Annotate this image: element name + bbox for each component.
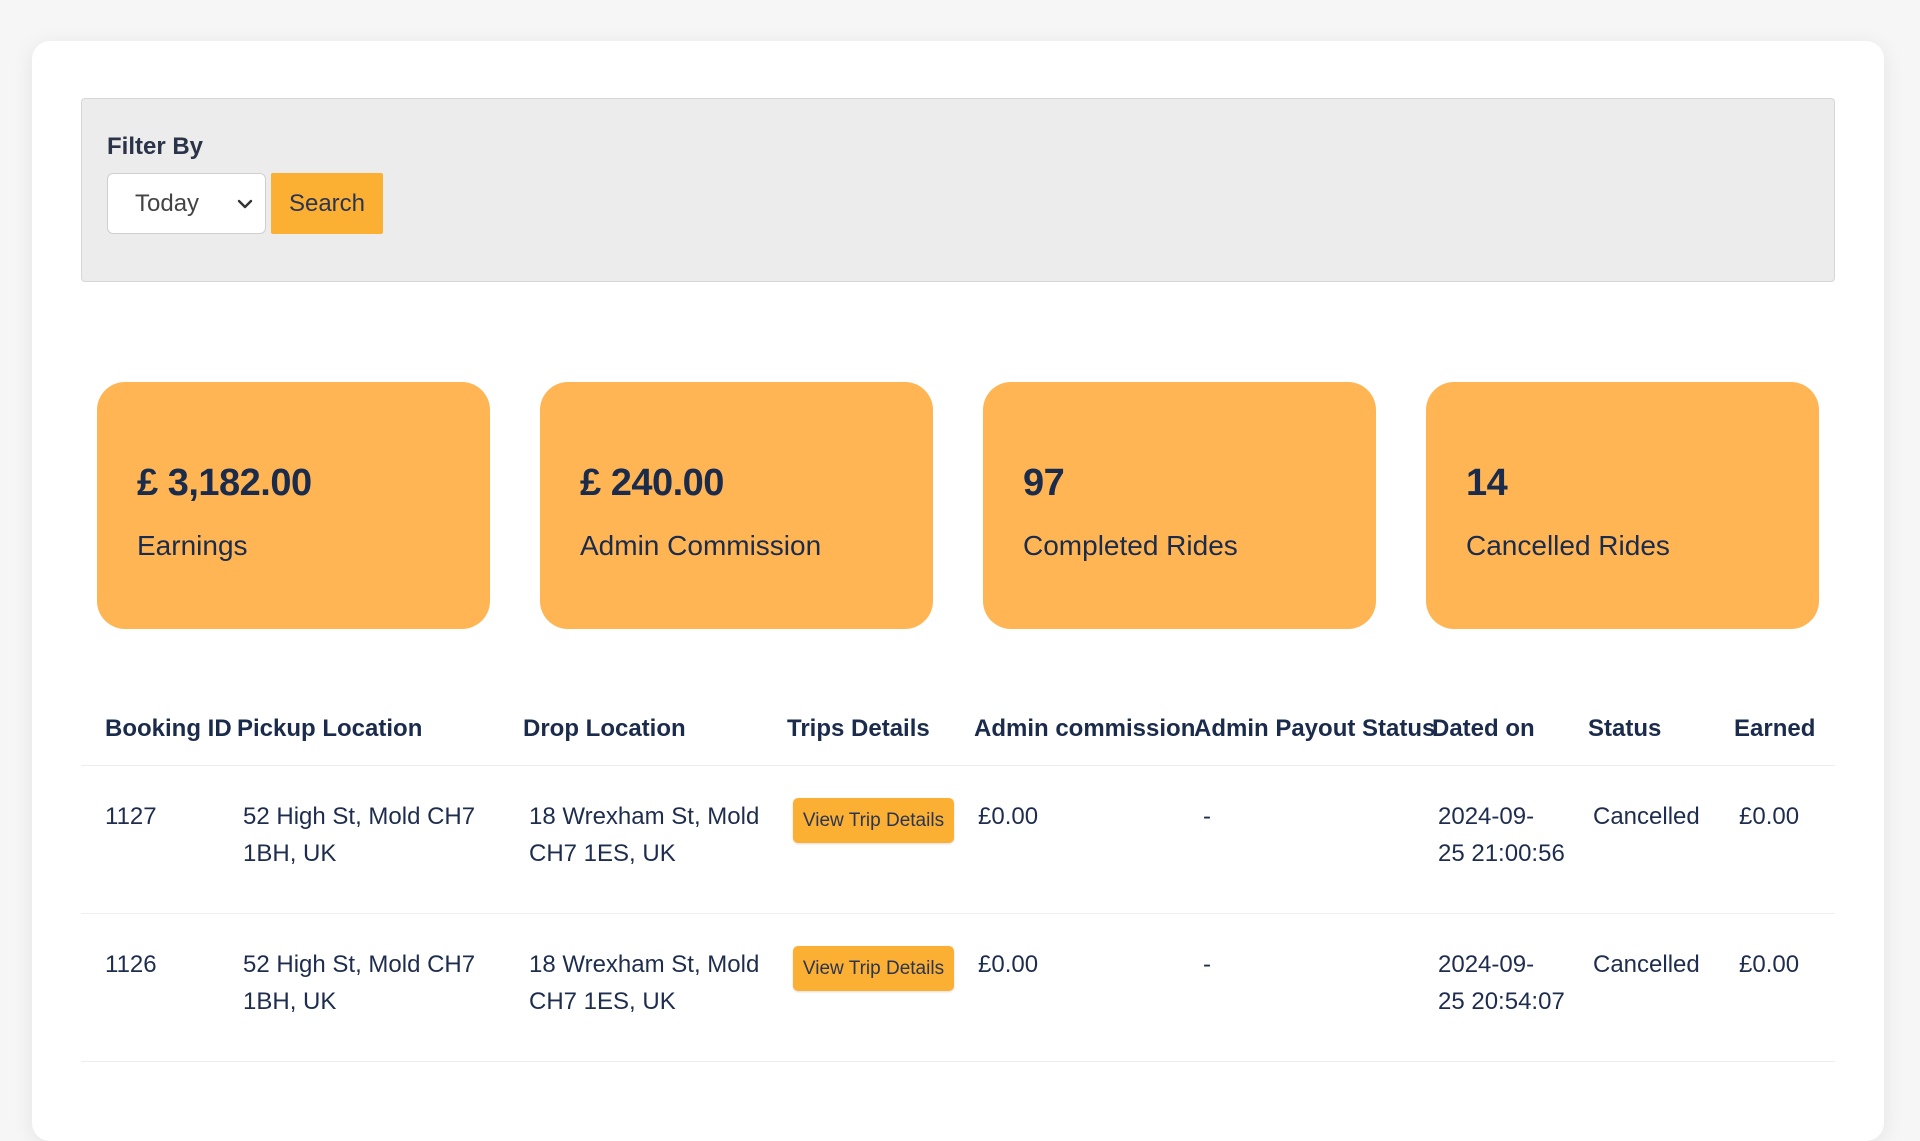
earned-cell: £0.00 — [1739, 803, 1800, 830]
filter-select-value: Today — [135, 189, 200, 217]
pickup-location-cell: 52 High St, Mold CH7 1BH, UK — [243, 946, 475, 1020]
table-row: 1127 52 High St, Mold CH7 1BH, UK 18 Wre… — [81, 766, 1835, 914]
filter-panel: Filter By Today Search — [81, 98, 1835, 282]
chevron-down-icon — [237, 199, 253, 209]
stat-label: Cancelled Rides — [1466, 530, 1670, 561]
stat-card-admin-commission: £ 240.00 Admin Commission — [540, 382, 933, 629]
pickup-location-cell: 52 High St, Mold CH7 1BH, UK — [243, 798, 475, 872]
table-row: 1126 52 High St, Mold CH7 1BH, UK 18 Wre… — [81, 914, 1835, 1062]
stat-card-cancelled-rides: 14 Cancelled Rides — [1426, 382, 1819, 629]
booking-id-cell: 1126 — [105, 951, 157, 978]
column-header-admin-payout-status: Admin Payout Status — [1194, 715, 1436, 742]
date-line-1: 2024-09- — [1438, 803, 1535, 830]
row-divider — [81, 1061, 1835, 1062]
column-header-pickup-location: Pickup Location — [237, 715, 423, 742]
stat-value: 97 — [1023, 462, 1065, 504]
drop-location-cell: 18 Wrexham St, Mold CH7 1ES, UK — [529, 798, 759, 872]
column-header-status: Status — [1588, 715, 1662, 742]
stat-value: 14 — [1466, 462, 1508, 504]
content-card: Filter By Today Search £ 3,182.00 Earnin… — [32, 41, 1884, 1141]
column-header-trips-details: Trips Details — [787, 715, 930, 742]
drop-location-cell: 18 Wrexham St, Mold CH7 1ES, UK — [529, 946, 759, 1020]
view-trip-details-button[interactable]: View Trip Details — [793, 798, 954, 843]
dated-on-cell: 2024-09- 25 21:00:56 — [1438, 798, 1565, 872]
stat-label: Admin Commission — [580, 530, 822, 561]
view-trip-details-button[interactable]: View Trip Details — [793, 946, 954, 991]
pickup-line-1: 52 High St, Mold CH7 — [243, 803, 476, 830]
filter-select[interactable]: Today — [107, 173, 266, 234]
admin-commission-cell: £0.00 — [978, 803, 1039, 830]
stat-value: £ 240.00 — [580, 462, 724, 504]
date-line-2: 25 21:00:56 — [1438, 840, 1565, 867]
pickup-line-1: 52 High St, Mold CH7 — [243, 951, 476, 978]
drop-line-1: 18 Wrexham St, Mold — [529, 951, 760, 978]
booking-id-cell: 1127 — [105, 803, 157, 830]
admin-commission-cell: £0.00 — [978, 951, 1039, 978]
stat-label: Completed Rides — [1023, 530, 1238, 561]
date-line-1: 2024-09- — [1438, 951, 1535, 978]
drop-line-1: 18 Wrexham St, Mold — [529, 803, 760, 830]
column-header-drop-location: Drop Location — [523, 715, 686, 742]
column-header-dated-on: Dated on — [1432, 715, 1535, 742]
stat-card-completed-rides: 97 Completed Rides — [983, 382, 1376, 629]
drop-line-2: CH7 1ES, UK — [529, 988, 676, 1015]
filter-label: Filter By — [107, 133, 204, 160]
stat-value: £ 3,182.00 — [137, 462, 312, 504]
date-line-2: 25 20:54:07 — [1438, 988, 1565, 1015]
column-header-earned: Earned — [1734, 715, 1816, 742]
stat-card-earnings: £ 3,182.00 Earnings — [97, 382, 490, 629]
search-button[interactable]: Search — [271, 173, 383, 234]
dated-on-cell: 2024-09- 25 20:54:07 — [1438, 946, 1565, 1020]
column-header-booking-id: Booking ID — [105, 715, 232, 742]
payout-status-cell: - — [1203, 951, 1211, 978]
stat-label: Earnings — [137, 530, 248, 561]
status-cell: Cancelled — [1593, 951, 1700, 978]
drop-line-2: CH7 1ES, UK — [529, 840, 676, 867]
pickup-line-2: 1BH, UK — [243, 988, 337, 1015]
status-cell: Cancelled — [1593, 803, 1700, 830]
pickup-line-2: 1BH, UK — [243, 840, 337, 867]
earned-cell: £0.00 — [1739, 951, 1800, 978]
payout-status-cell: - — [1203, 803, 1211, 830]
column-header-admin-commission: Admin commission — [974, 715, 1196, 742]
